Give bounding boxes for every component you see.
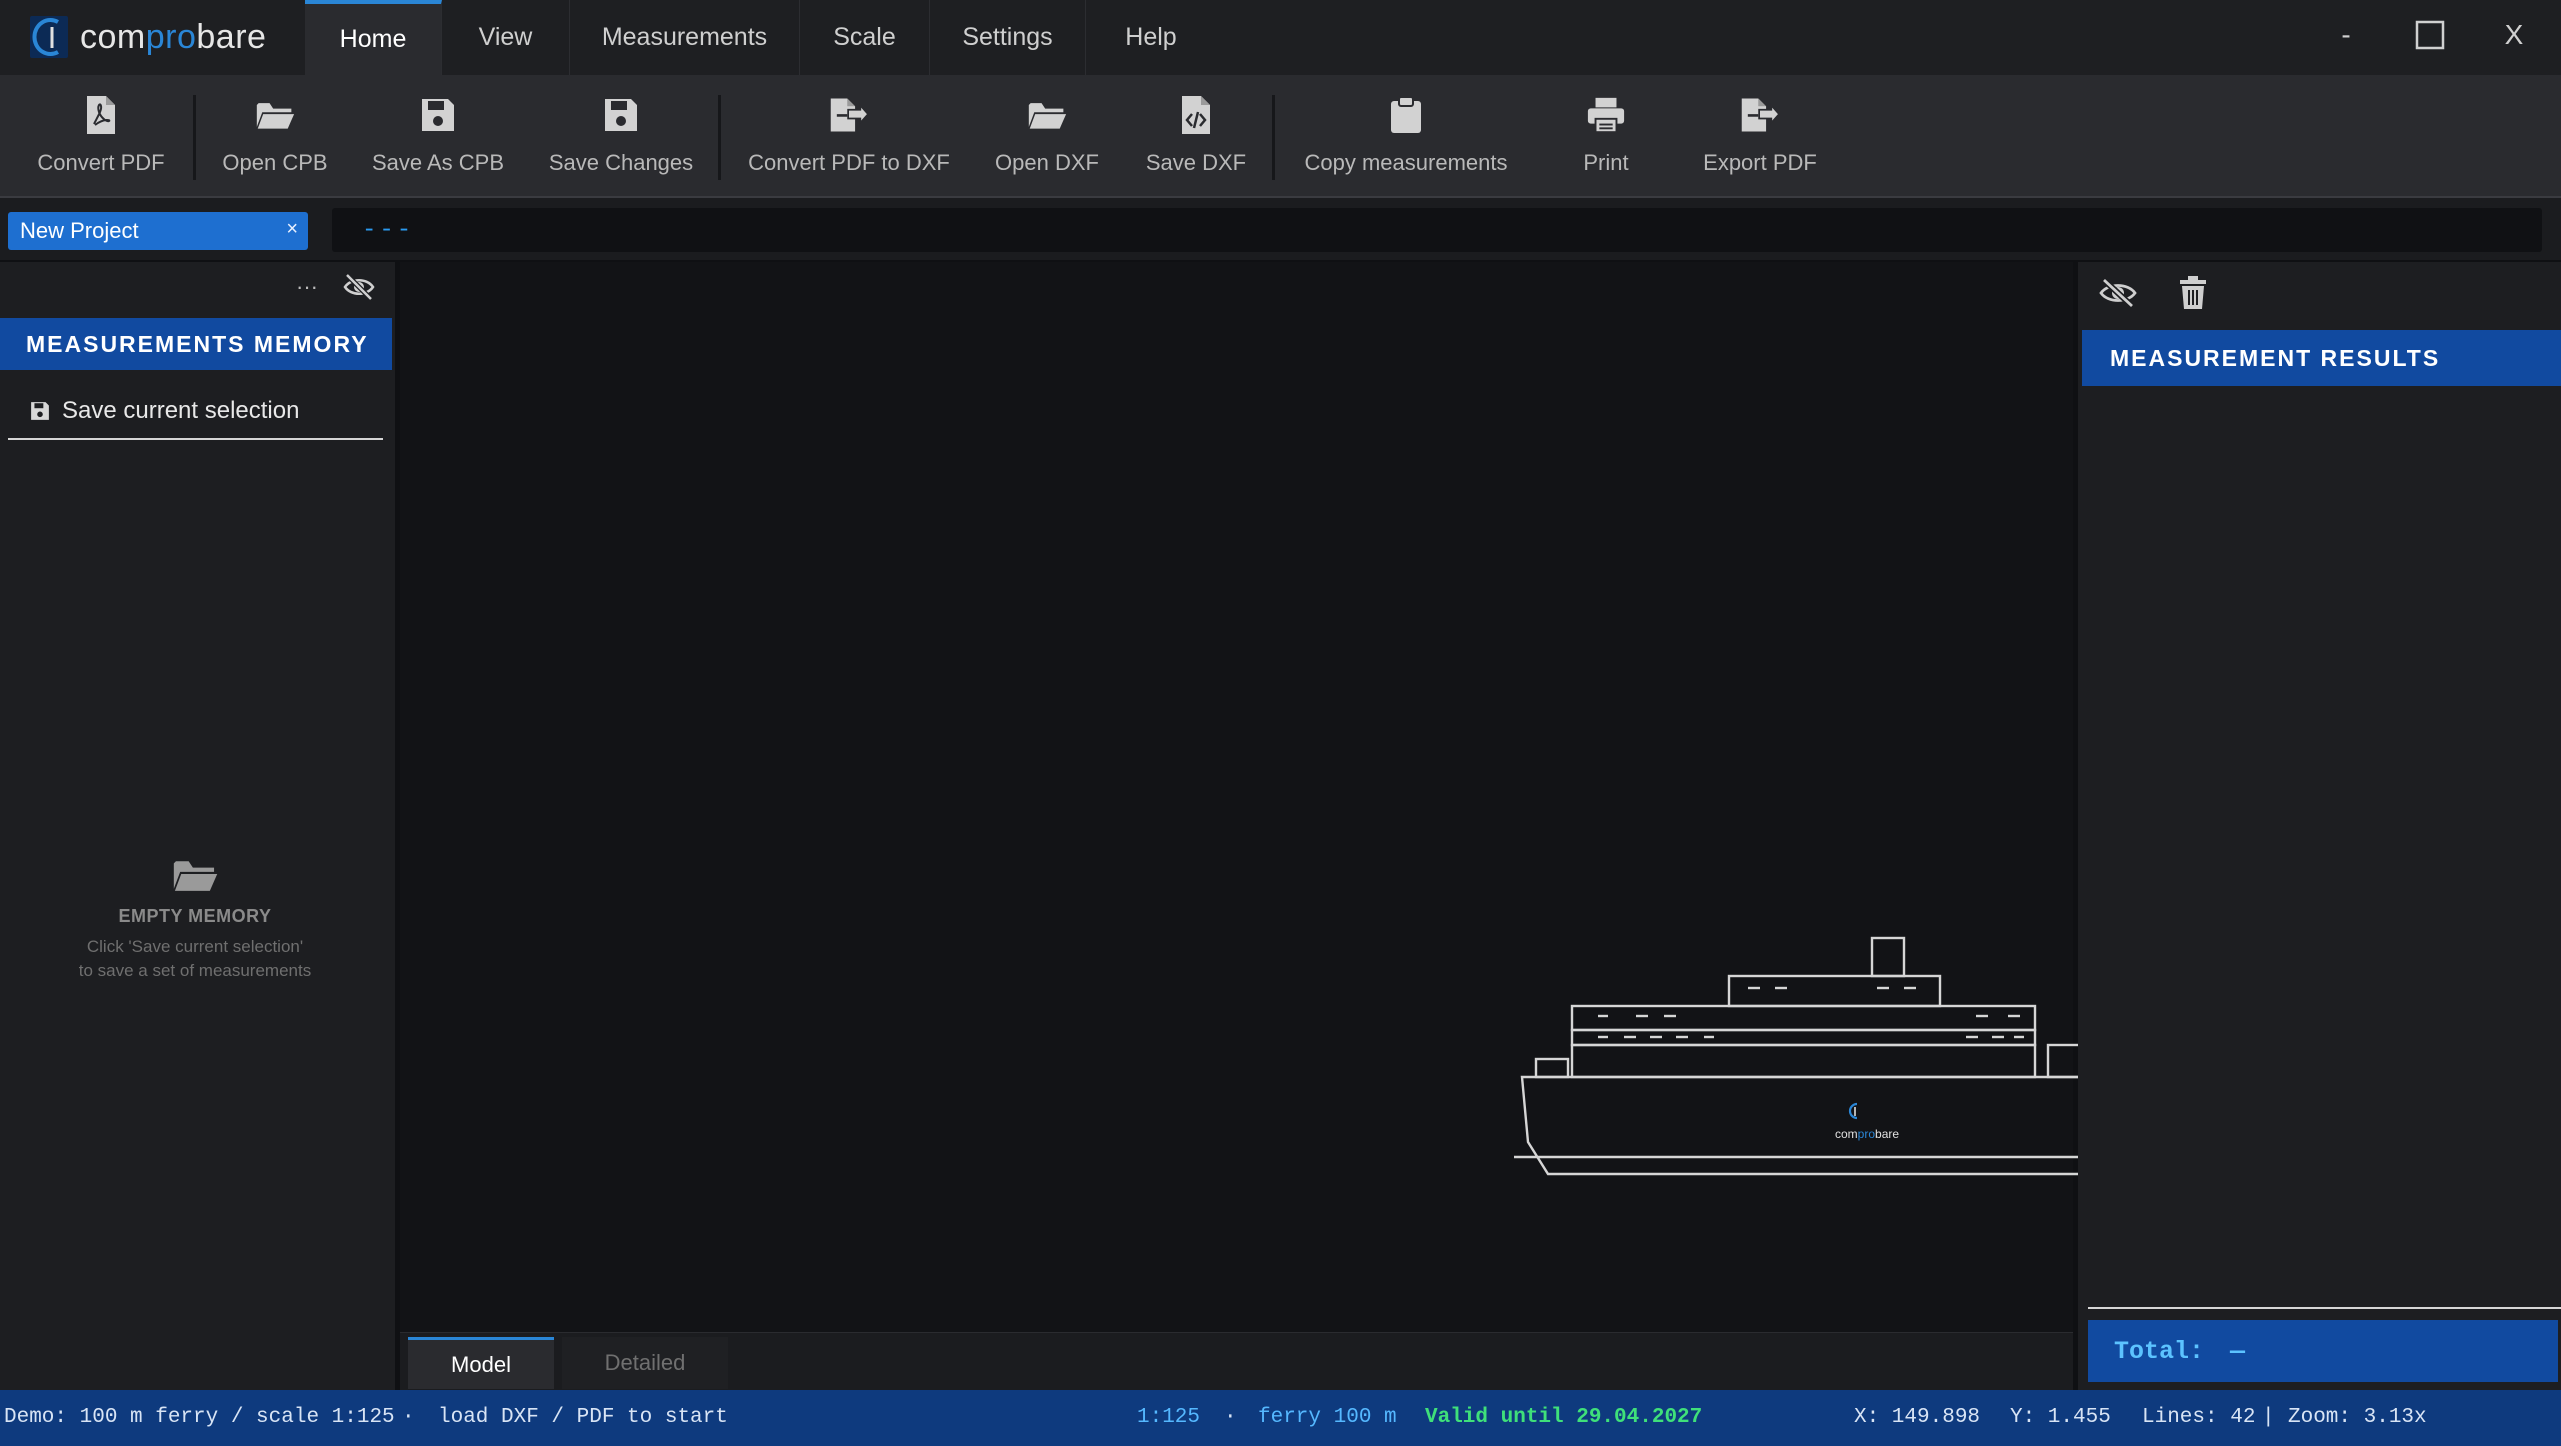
status-zoom: Zoom: 3.13x <box>2288 1406 2427 1429</box>
project-tab-row: New Project × --- <box>0 198 2561 260</box>
open-cpb-label: Open CPB <box>222 150 328 175</box>
convert-pdf-to-dxf-label: Convert PDF to DXF <box>748 150 950 175</box>
open-cpb-button[interactable]: Open CPB <box>205 75 345 198</box>
menu-tab-home[interactable]: Home <box>305 0 442 75</box>
minimize-button[interactable]: - <box>2316 10 2376 60</box>
print-label: Print <box>1583 150 1629 175</box>
project-tab[interactable]: New Project × <box>8 212 308 250</box>
save-changes-button[interactable]: Save Changes <box>540 75 702 198</box>
tab-model[interactable]: Model <box>408 1337 554 1389</box>
title-menu-bar: comprobare Home View Measurements Scale … <box>0 0 2561 75</box>
total-summary: Total: — <box>2088 1320 2558 1382</box>
close-project-icon[interactable]: × <box>286 218 298 241</box>
menu-tab-settings[interactable]: Settings <box>930 0 1086 75</box>
status-model-name: ferry 100 m <box>1258 1406 1397 1429</box>
menu-tab-measurements[interactable]: Measurements <box>570 0 800 75</box>
save-dxf-label: Save DXF <box>1145 150 1247 175</box>
eye-slash-icon[interactable] <box>2098 276 2138 310</box>
empty-memory-hint: Click 'Save current selection' to save a… <box>78 937 312 980</box>
measurement-results-header: MEASUREMENT RESULTS <box>2082 330 2561 386</box>
empty-memory-placeholder: EMPTY MEMORY Click 'Save current selecti… <box>0 857 390 983</box>
printer-icon <box>1587 97 1625 134</box>
file-code-icon <box>1182 96 1210 134</box>
folder-open-icon <box>256 103 295 129</box>
status-separator: | <box>2262 1406 2275 1429</box>
floppy-disk-icon <box>31 402 49 420</box>
app-wordmark: comprobare <box>80 17 267 56</box>
maximize-icon <box>2415 20 2445 50</box>
export-pdf-label: Export PDF <box>1703 150 1817 175</box>
ship-hull-logo: comprobare <box>1835 1102 1899 1141</box>
total-value: — <box>2230 1336 2246 1366</box>
floppy-disk-icon <box>605 99 637 131</box>
convert-pdf-button[interactable]: Convert PDF <box>20 75 182 198</box>
tab-detailed[interactable]: Detailed <box>562 1337 728 1389</box>
save-changes-label: Save Changes <box>548 150 694 175</box>
status-hint: load DXF / PDF to start <box>438 1406 728 1429</box>
open-dxf-button[interactable]: Open DXF <box>980 75 1114 198</box>
comprobare-logo-icon <box>30 16 68 58</box>
convert-pdf-label: Convert PDF <box>37 150 165 175</box>
copy-measurements-label: Copy measurements <box>1304 150 1508 175</box>
floppy-disk-icon <box>422 99 454 131</box>
status-bar: Demo: 100 m ferry / scale 1:125 · load D… <box>0 1390 2561 1446</box>
print-button[interactable]: Print <box>1556 75 1656 198</box>
empty-memory-title: EMPTY MEMORY <box>118 906 272 926</box>
svg-text:comprobare: comprobare <box>1835 1127 1899 1141</box>
folder-open-icon <box>1028 103 1067 129</box>
convert-pdf-to-dxf-button[interactable]: Convert PDF to DXF <box>740 75 958 198</box>
app-logo: comprobare <box>28 12 266 62</box>
trash-icon[interactable] <box>2178 276 2208 310</box>
ferry-ship-drawing: comprobare <box>1514 936 2161 1176</box>
save-dxf-button[interactable]: Save DXF <box>1136 75 1256 198</box>
export-pdf-button[interactable]: Export PDF <box>1696 75 1824 198</box>
more-options-button[interactable]: ··· <box>296 274 318 300</box>
drawing-canvas[interactable]: comprobare <box>400 262 2161 1332</box>
measurements-memory-panel: ··· MEASUREMENTS MEMORY Save current sel… <box>0 262 395 1390</box>
open-dxf-label: Open DXF <box>995 150 1099 175</box>
menu-tab-scale[interactable]: Scale <box>800 0 930 75</box>
status-y-coord: Y: 1.455 <box>2010 1406 2111 1429</box>
toolbar-separator <box>193 95 196 180</box>
status-license: Valid until 29.04.2027 <box>1425 1406 1703 1429</box>
save-current-selection-label: Save current selection <box>62 397 300 424</box>
menu-tab-help[interactable]: Help <box>1086 0 1216 75</box>
total-divider <box>2088 1307 2561 1309</box>
project-tab-label: New Project <box>20 218 139 243</box>
project-path-field: --- <box>332 208 2542 252</box>
pdf-file-icon <box>87 96 115 134</box>
measurement-results-panel: MEASUREMENT RESULTS Total: — <box>2078 262 2561 1390</box>
status-lines-count: Lines: 42 <box>2142 1406 2256 1429</box>
save-as-cpb-button[interactable]: Save As CPB <box>365 75 511 198</box>
maximize-button[interactable] <box>2400 10 2460 60</box>
file-export-icon <box>1741 98 1780 132</box>
measurements-memory-header: MEASUREMENTS MEMORY <box>0 318 392 370</box>
copy-measurements-button[interactable]: Copy measurements <box>1296 75 1516 198</box>
status-scale: 1:125 <box>1137 1406 1201 1429</box>
close-window-button[interactable]: X <box>2484 10 2544 60</box>
view-tabs-bar: Model Detailed <box>400 1332 2073 1390</box>
toolbar-separator <box>1272 95 1275 180</box>
status-x-coord: X: 149.898 <box>1854 1406 1981 1429</box>
ribbon-toolbar: Convert PDF Open CPB Save As CPB Save Ch… <box>0 75 2561 198</box>
clipboard-icon <box>1391 96 1421 133</box>
status-demo: Demo: 100 m ferry / scale 1:125 <box>4 1406 395 1429</box>
folder-open-icon <box>173 861 218 891</box>
save-current-selection-button[interactable]: Save current selection <box>8 384 383 440</box>
eye-slash-icon[interactable] <box>342 272 376 302</box>
total-label: Total: <box>2114 1336 2205 1366</box>
status-dot: · <box>402 1406 415 1429</box>
menu-tab-view[interactable]: View <box>442 0 570 75</box>
file-export-icon <box>830 98 869 132</box>
toolbar-separator <box>718 95 721 180</box>
save-as-cpb-label: Save As CPB <box>371 150 505 175</box>
status-dot: · <box>1224 1406 1237 1429</box>
